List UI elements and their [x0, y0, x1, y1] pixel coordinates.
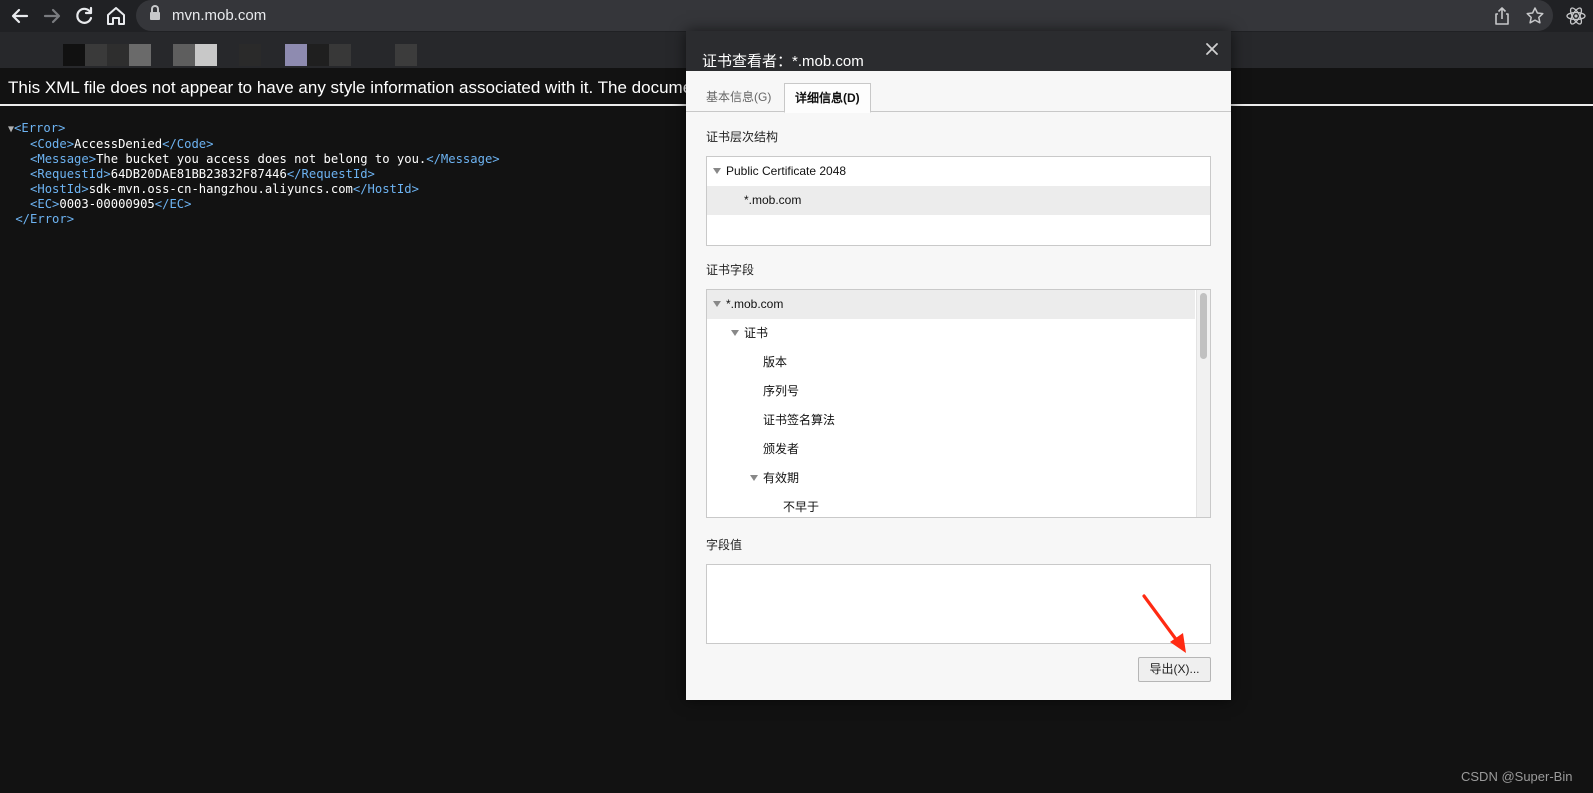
bookmark-item[interactable] [395, 44, 417, 66]
xml-value: 0003-00000905 [59, 197, 155, 211]
xml-value: 64DB20DAE81BB23832F87446 [110, 167, 287, 181]
field-value-box[interactable] [706, 564, 1211, 644]
xml-notice-text: This XML file does not appear to have an… [8, 78, 693, 97]
field-item-selected[interactable]: *.mob.com [707, 290, 1195, 319]
bookmark-item[interactable] [85, 44, 107, 66]
xml-tree: ▼<Error> <Code>AccessDenied</Code> <Mess… [8, 121, 500, 227]
xml-line: <EC>0003-00000905</EC> [30, 197, 192, 211]
xml-line: <Message>The bucket you access does not … [30, 152, 500, 166]
field-item[interactable]: 证书签名算法 [707, 406, 1195, 435]
tab-details[interactable]: 详细信息(D) [784, 83, 871, 113]
expand-triangle-icon[interactable] [750, 475, 758, 481]
fields-scrollbar[interactable] [1196, 290, 1210, 517]
xml-root-close-line: </Error> [8, 212, 500, 227]
close-icon[interactable] [1203, 40, 1221, 58]
expand-triangle-icon[interactable] [713, 301, 721, 307]
bookmark-item[interactable] [329, 44, 351, 66]
field-item[interactable]: 版本 [707, 348, 1195, 377]
bookmark-item[interactable] [107, 44, 129, 66]
field-item[interactable]: 颁发者 [707, 435, 1195, 464]
bookmark-item[interactable] [239, 44, 261, 66]
xml-line: <RequestId>64DB20DAE81BB23832F87446</Req… [30, 167, 375, 181]
forward-icon[interactable] [40, 4, 64, 28]
address-bar[interactable] [136, 0, 1553, 31]
fields-tree: *.mob.com 证书 版本 序列号 证书签名算法 颁发者 有效期 不早于 [706, 289, 1211, 518]
reload-icon[interactable] [72, 4, 96, 28]
field-value-label: 字段值 [706, 538, 743, 552]
bookmark-item[interactable] [285, 44, 307, 66]
hierarchy-tree: Public Certificate 2048 *.mob.com [706, 156, 1211, 246]
bookmark-item[interactable] [129, 44, 151, 66]
field-item[interactable]: 不早于 [707, 493, 1195, 517]
xml-line: <Code>AccessDenied</Code> [30, 137, 214, 151]
xml-root-open-line[interactable]: ▼<Error> [8, 121, 500, 137]
export-button[interactable]: 导出(X)... [1138, 657, 1211, 682]
hierarchy-label: 证书层次结构 [706, 130, 779, 144]
react-icon[interactable] [1565, 5, 1587, 27]
xml-tag: </Error> [15, 212, 75, 226]
annotation-arrow-icon [1142, 594, 1186, 653]
dialog-titlebar[interactable]: 证书查看者：*.mob.com [686, 31, 1231, 71]
star-icon[interactable] [1524, 5, 1546, 27]
home-icon[interactable] [104, 4, 128, 28]
tree-item[interactable]: Public Certificate 2048 [707, 157, 1210, 186]
field-item[interactable]: 有效期 [707, 464, 1195, 493]
bookmark-item[interactable] [195, 44, 217, 66]
dialog-title: 证书查看者：*.mob.com [702, 53, 864, 70]
lock-icon[interactable] [150, 5, 160, 21]
xml-value: The bucket you access does not belong to… [96, 152, 427, 166]
share-icon[interactable] [1491, 5, 1513, 27]
tree-item-selected[interactable]: *.mob.com [707, 186, 1210, 215]
scrollbar-thumb[interactable] [1200, 293, 1207, 359]
xml-value: AccessDenied [74, 137, 163, 151]
bookmark-item[interactable] [173, 44, 195, 66]
fields-label: 证书字段 [706, 263, 755, 277]
bookmark-item[interactable] [63, 44, 85, 66]
expand-triangle-icon[interactable] [731, 330, 739, 336]
tab-general[interactable]: 基本信息(G) [696, 83, 781, 112]
field-item[interactable]: 证书 [707, 319, 1195, 348]
browser-toolbar: mvn.mob.com [0, 0, 1593, 32]
url-text[interactable]: mvn.mob.com [172, 7, 266, 24]
watermark: CSDN @Super-Bin [1461, 769, 1573, 784]
xml-line: <HostId>sdk-mvn.oss-cn-hangzhou.aliyuncs… [30, 182, 419, 196]
field-item[interactable]: 序列号 [707, 377, 1195, 406]
tab-bar: 基本信息(G) 详细信息(D) [686, 83, 1231, 113]
bookmark-item[interactable] [307, 44, 329, 66]
expand-triangle-icon[interactable] [713, 168, 721, 174]
xml-tag: <Error> [14, 121, 66, 135]
back-icon[interactable] [8, 4, 32, 28]
xml-value: sdk-mvn.oss-cn-hangzhou.aliyuncs.com [88, 182, 353, 196]
